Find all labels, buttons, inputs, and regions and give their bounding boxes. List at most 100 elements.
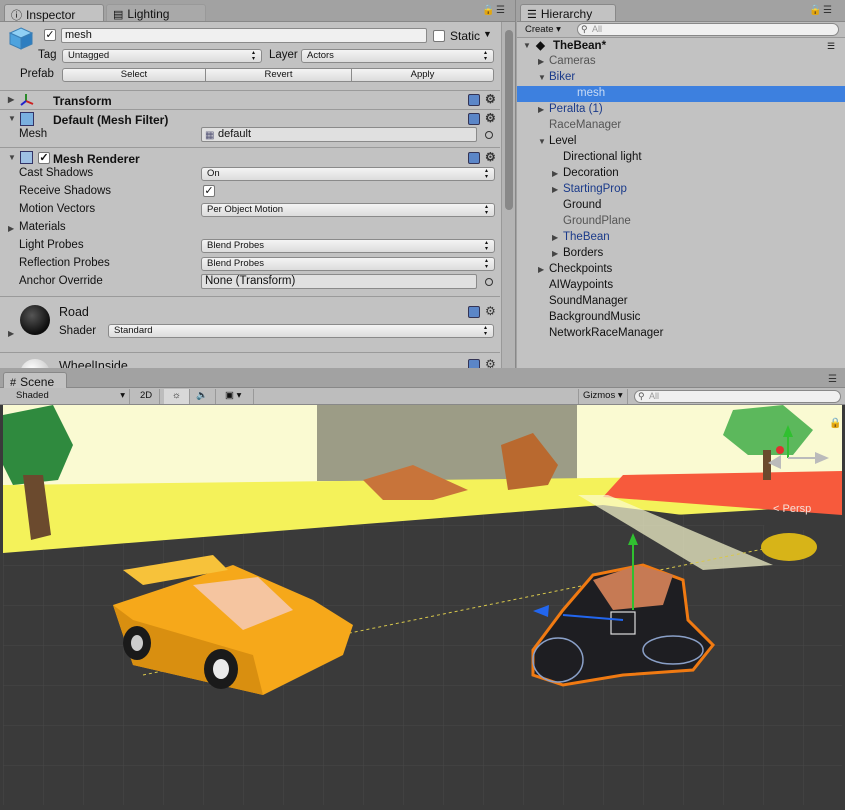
scene-tabbar: # Scene ☰ [0, 370, 845, 389]
hierarchy-item[interactable]: AIWaypoints [517, 278, 845, 294]
fold-down-icon[interactable]: ▼ [523, 38, 531, 54]
hierarchy-item[interactable]: RaceManager [517, 118, 845, 134]
gear-icon[interactable]: ⚙ [485, 357, 496, 368]
help-icon[interactable] [468, 359, 480, 368]
hierarchy-item[interactable]: BackgroundMusic [517, 310, 845, 326]
gear-icon[interactable]: ⚙ [485, 304, 496, 318]
motion-vectors-dropdown[interactable]: Per Object Motion [201, 203, 495, 217]
create-dropdown[interactable]: Create ▾ [525, 23, 561, 37]
fold-right-icon[interactable]: ▶ [552, 246, 558, 261]
hierarchy-item[interactable]: ▼ Biker [517, 70, 845, 86]
fold-right-icon[interactable]: ▶ [8, 329, 14, 338]
cast-shadows-dropdown[interactable]: On [201, 167, 495, 181]
fold-down-icon[interactable]: ▼ [8, 153, 16, 162]
hierarchy-item[interactable]: SoundManager [517, 294, 845, 310]
inspector-panel: ⓘ Inspector ▤ Lighting 🔒 ☰ ✓ mesh Static ▼… [0, 0, 516, 368]
panel-menu-icon[interactable]: ☰ [823, 5, 832, 16]
lock-icon[interactable]: 🔒 [809, 5, 821, 16]
hierarchy-item[interactable]: ▼ Level [517, 134, 845, 150]
hierarchy-item[interactable]: ▶ Cameras [517, 54, 845, 70]
lock-icon[interactable]: 🔒 [482, 5, 494, 16]
materials-label[interactable]: Materials [19, 221, 66, 233]
hierarchy-item[interactable]: ▶ TheBean [517, 230, 845, 246]
object-name-field[interactable]: mesh [61, 28, 427, 43]
gizmo-lock-icon[interactable]: 🔒 [829, 417, 841, 429]
fold-down-icon[interactable]: ▼ [538, 134, 546, 149]
fold-right-icon[interactable]: ▶ [538, 54, 544, 69]
mesh-object-field[interactable]: ▦ default [201, 127, 477, 142]
reflection-probes-dropdown[interactable]: Blend Probes [201, 257, 495, 271]
scene-render[interactable]: < Persp 🔒 [3, 405, 842, 805]
hierarchy-item[interactable]: mesh [517, 86, 845, 102]
hierarchy-item[interactable]: ▶ StartingProp [517, 182, 845, 198]
fold-down-icon[interactable]: ▼ [8, 114, 16, 123]
inspector-tabbar: ⓘ Inspector ▤ Lighting 🔒 ☰ [0, 0, 515, 22]
layer-dropdown[interactable]: Actors [301, 49, 494, 63]
help-icon[interactable] [468, 113, 480, 125]
gear-icon[interactable]: ⚙ [485, 111, 496, 125]
light-probes-dropdown[interactable]: Blend Probes [201, 239, 495, 253]
hierarchy-item[interactable]: ▶ Peralta (1) [517, 102, 845, 118]
search-icon: ⚲ [581, 24, 588, 34]
tab-inspector[interactable]: ⓘ Inspector [4, 4, 104, 22]
scene-menu-icon[interactable]: ☰ [827, 38, 835, 54]
prefab-select-button[interactable]: Select [62, 68, 206, 82]
object-picker-icon[interactable] [485, 131, 493, 139]
panel-menu-icon[interactable]: ☰ [496, 5, 505, 16]
shader-dropdown[interactable]: Standard [108, 324, 494, 338]
tab-hierarchy[interactable]: ☰ Hierarchy [520, 4, 616, 21]
hierarchy-item-label: Checkpoints [549, 263, 613, 275]
mesh-filter-header[interactable]: ▼ Default (Mesh Filter) ⚙ [0, 109, 500, 128]
hierarchy-search-input[interactable]: ⚲ All [577, 23, 839, 36]
mode-2d-button[interactable]: 2D [136, 389, 160, 404]
hierarchy-item[interactable]: Ground [517, 198, 845, 214]
object-picker-icon[interactable] [485, 278, 493, 286]
fold-right-icon[interactable]: ▶ [552, 182, 558, 197]
fold-right-icon[interactable]: ▶ [552, 230, 558, 245]
inspector-scrollbar[interactable] [501, 22, 515, 368]
fold-right-icon[interactable]: ▶ [538, 102, 544, 117]
static-dropdown-arrow[interactable]: ▼ [483, 29, 492, 39]
effects-dropdown[interactable]: ▣ ▾ [220, 389, 254, 404]
mesh-renderer-header[interactable]: ▼ ✓ Mesh Renderer ⚙ [0, 147, 500, 166]
hierarchy-item[interactable]: ▶ Decoration [517, 166, 845, 182]
scrollbar-thumb[interactable] [505, 30, 513, 210]
fold-right-icon[interactable]: ▶ [8, 95, 14, 104]
prefab-apply-button[interactable]: Apply [351, 68, 494, 82]
lighting-toggle[interactable]: ☼ [164, 389, 190, 404]
scene-search-input[interactable]: ⚲ All [634, 390, 841, 403]
panel-menu-icon[interactable]: ☰ [828, 374, 837, 385]
active-checkbox[interactable]: ✓ [44, 29, 56, 41]
fold-right-icon[interactable]: ▶ [538, 262, 544, 277]
transform-header[interactable]: ▶ Transform ⚙ [0, 90, 500, 109]
tag-dropdown[interactable]: Untagged [62, 49, 262, 63]
hierarchy-item[interactable]: ▶ Borders [517, 246, 845, 262]
mesh-renderer-enabled-checkbox[interactable]: ✓ [38, 152, 50, 164]
tab-lighting[interactable]: ▤ Lighting [106, 4, 206, 21]
hierarchy-item[interactable]: GroundPlane [517, 214, 845, 230]
mesh-filter-title: Default (Mesh Filter) [53, 113, 169, 127]
hierarchy-item[interactable]: Directional light [517, 150, 845, 166]
scene-viewport[interactable]: < Persp 🔒 [3, 405, 842, 805]
materials-fold-icon[interactable]: ▶ [8, 224, 14, 233]
gizmos-dropdown[interactable]: Gizmos ▾ [578, 389, 628, 404]
receive-shadows-checkbox[interactable]: ✓ [203, 185, 215, 197]
help-icon[interactable] [468, 306, 480, 318]
fold-right-icon[interactable]: ▶ [552, 166, 558, 181]
gear-icon[interactable]: ⚙ [485, 150, 496, 164]
fold-down-icon[interactable]: ▼ [538, 70, 546, 85]
gameobject-cube-icon [8, 26, 34, 50]
audio-toggle[interactable]: 🔈 [190, 389, 216, 404]
static-checkbox[interactable] [433, 30, 445, 42]
hierarchy-item[interactable]: NetworkRaceManager [517, 326, 845, 342]
help-icon[interactable] [468, 152, 480, 164]
hierarchy-item[interactable]: ▶ Checkpoints [517, 262, 845, 278]
persp-label[interactable]: < Persp [773, 503, 811, 515]
tab-scene[interactable]: # Scene [3, 372, 67, 389]
scene-root-row[interactable]: ▼ ◆ TheBean* ☰ [517, 38, 845, 54]
anchor-override-field[interactable]: None (Transform) [201, 274, 477, 289]
help-icon[interactable] [468, 94, 480, 106]
gear-icon[interactable]: ⚙ [485, 92, 496, 106]
prefab-revert-button[interactable]: Revert [205, 68, 352, 82]
shading-mode-dropdown[interactable]: Shaded ▾ [12, 389, 130, 404]
